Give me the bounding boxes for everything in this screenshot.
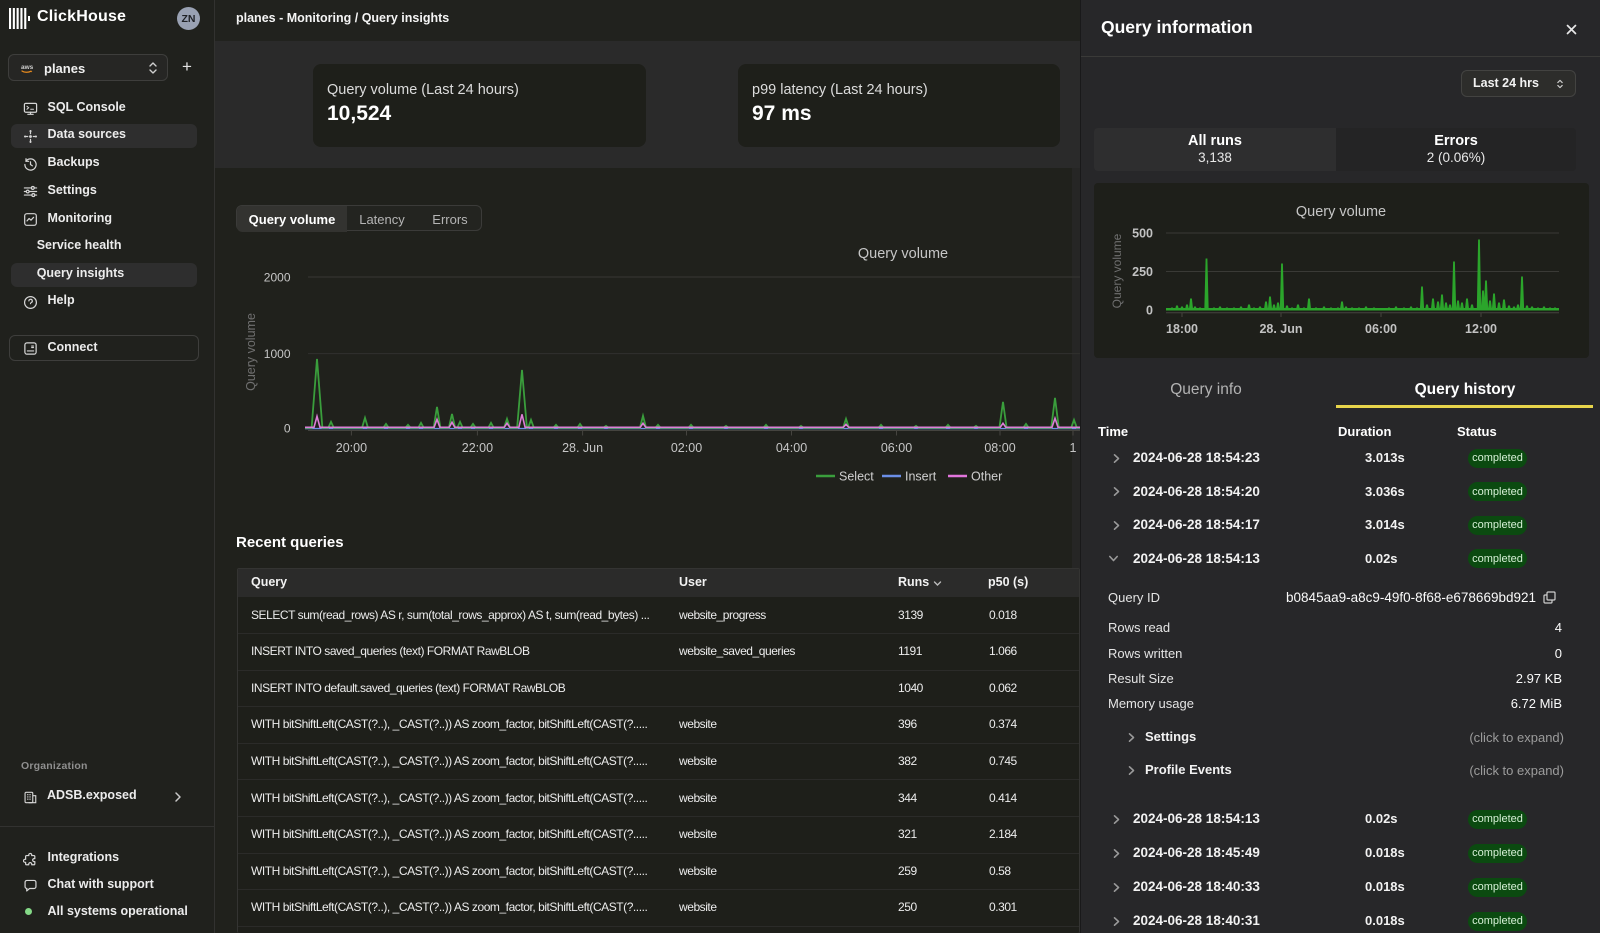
svg-text:18:00: 18:00 (1166, 322, 1198, 336)
svg-text:aws: aws (21, 64, 34, 71)
svg-text:Query volume: Query volume (244, 313, 258, 391)
svg-text:20:00: 20:00 (336, 441, 367, 455)
svg-text:0: 0 (1146, 304, 1153, 318)
svg-text:02:00: 02:00 (671, 441, 702, 455)
svg-text:0: 0 (284, 421, 291, 435)
svg-text:Insert: Insert (905, 470, 937, 484)
svg-text:12:00: 12:00 (1465, 322, 1497, 336)
svg-text:06:00: 06:00 (1365, 322, 1397, 336)
svg-text:Select: Select (839, 470, 874, 484)
svg-text:1000: 1000 (264, 347, 291, 361)
svg-text:22:00: 22:00 (462, 441, 493, 455)
svg-text:Other: Other (971, 470, 1002, 484)
svg-text:04:00: 04:00 (776, 441, 807, 455)
svg-text:Query volume: Query volume (858, 246, 948, 262)
svg-text:Query volume: Query volume (1296, 204, 1386, 220)
svg-text:08:00: 08:00 (984, 441, 1015, 455)
svg-text:2000: 2000 (264, 271, 291, 285)
svg-text:Query volume: Query volume (1110, 233, 1124, 308)
svg-text:1: 1 (1070, 441, 1077, 455)
svg-text:06:00: 06:00 (881, 441, 912, 455)
svg-text:28. Jun: 28. Jun (562, 441, 603, 455)
svg-text:500: 500 (1132, 227, 1153, 241)
svg-text:250: 250 (1132, 265, 1153, 279)
svg-text:28. Jun: 28. Jun (1259, 322, 1302, 336)
